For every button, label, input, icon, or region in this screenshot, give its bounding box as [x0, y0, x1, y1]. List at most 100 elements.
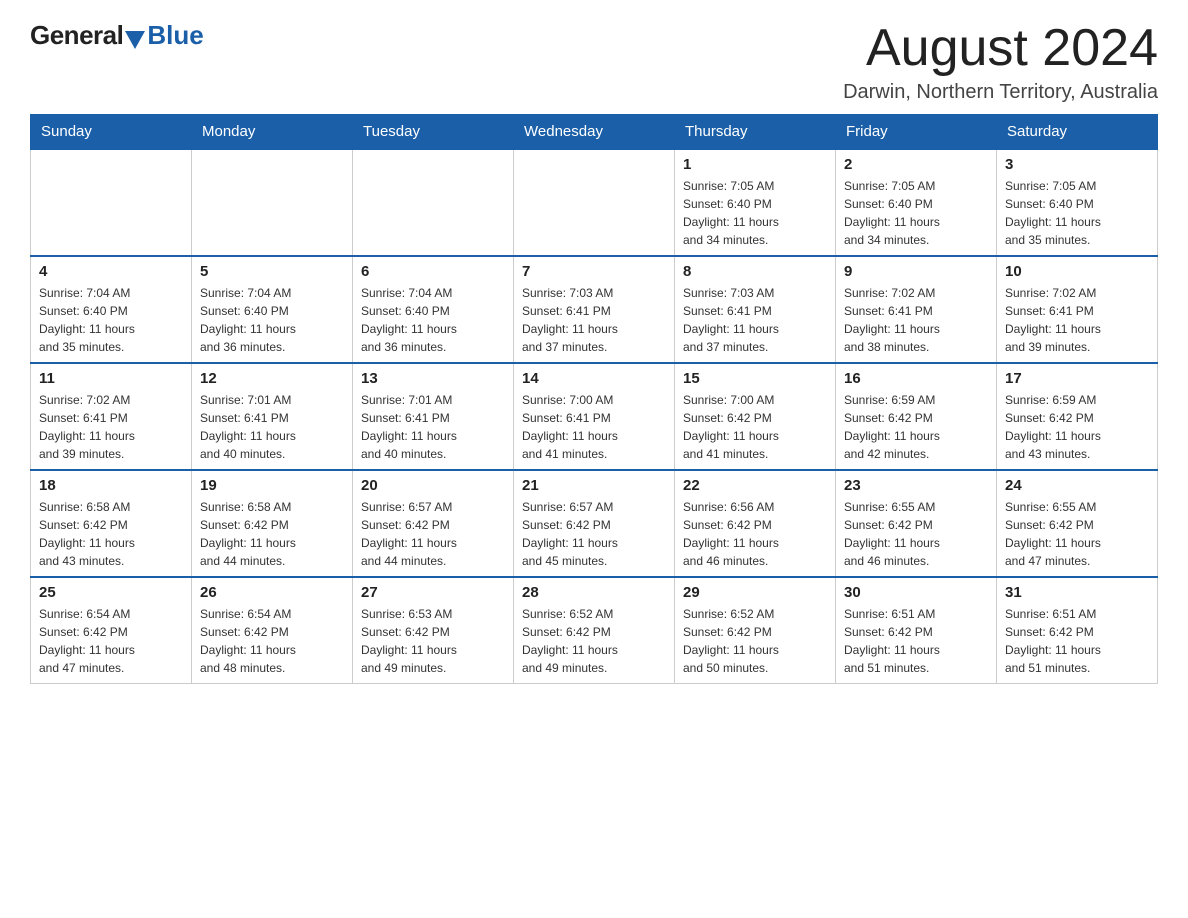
day-number: 31: [1005, 584, 1149, 601]
table-cell: 1 Sunrise: 7:05 AMSunset: 6:40 PMDaylight…: [675, 149, 836, 256]
day-info: Sunrise: 6:57 AMSunset: 6:42 PMDaylight:…: [361, 498, 505, 570]
day-info: Sunrise: 6:51 AMSunset: 6:42 PMDaylight:…: [1005, 605, 1149, 677]
table-cell: 30 Sunrise: 6:51 AMSunset: 6:42 PMDayligh…: [836, 577, 997, 684]
table-cell: 3 Sunrise: 7:05 AMSunset: 6:40 PMDaylight…: [997, 149, 1158, 256]
day-number: 3: [1005, 156, 1149, 173]
location-subtitle: Darwin, Northern Territory, Australia: [843, 81, 1158, 104]
day-info: Sunrise: 7:02 AMSunset: 6:41 PMDaylight:…: [39, 391, 183, 463]
table-cell: 21Sunrise: 6:57 AMSunset: 6:42 PMDayligh…: [514, 470, 675, 577]
table-cell: [514, 149, 675, 256]
day-number: 13: [361, 370, 505, 387]
logo-blue-text: Blue: [147, 20, 203, 51]
week-row-4: 18 Sunrise: 6:58 AMSunset: 6:42 PMDayligh…: [31, 470, 1158, 577]
logo-general-text: General: [30, 20, 123, 51]
table-cell: 7 Sunrise: 7:03 AMSunset: 6:41 PMDaylight…: [514, 256, 675, 363]
table-cell: 31 Sunrise: 6:51 AMSunset: 6:42 PMDayligh…: [997, 577, 1158, 684]
table-cell: 10 Sunrise: 7:02 AMSunset: 6:41 PMDayligh…: [997, 256, 1158, 363]
table-cell: 6 Sunrise: 7:04 AMSunset: 6:40 PMDaylight…: [353, 256, 514, 363]
day-info: Sunrise: 6:54 AMSunset: 6:42 PMDaylight:…: [39, 605, 183, 677]
week-row-1: 1 Sunrise: 7:05 AMSunset: 6:40 PMDaylight…: [31, 149, 1158, 256]
table-cell: 27 Sunrise: 6:53 AMSunset: 6:42 PMDayligh…: [353, 577, 514, 684]
day-number: 11: [39, 370, 183, 387]
day-number: 12: [200, 370, 344, 387]
day-info: Sunrise: 6:52 AMSunset: 6:42 PMDaylight:…: [683, 605, 827, 677]
table-cell: 20 Sunrise: 6:57 AMSunset: 6:42 PMDayligh…: [353, 470, 514, 577]
table-cell: 26 Sunrise: 6:54 AMSunset: 6:42 PMDayligh…: [192, 577, 353, 684]
logo-area: General Blue: [30, 20, 204, 51]
week-row-2: 4 Sunrise: 7:04 AMSunset: 6:40 PMDaylight…: [31, 256, 1158, 363]
day-number: 29: [683, 584, 827, 601]
day-info: Sunrise: 7:01 AMSunset: 6:41 PMDaylight:…: [200, 391, 344, 463]
day-info: Sunrise: 7:04 AMSunset: 6:40 PMDaylight:…: [200, 284, 344, 356]
day-info: Sunrise: 7:04 AMSunset: 6:40 PMDaylight:…: [39, 284, 183, 356]
day-info: Sunrise: 7:01 AMSunset: 6:41 PMDaylight:…: [361, 391, 505, 463]
day-info: Sunrise: 7:02 AMSunset: 6:41 PMDaylight:…: [844, 284, 988, 356]
week-row-5: 25 Sunrise: 6:54 AMSunset: 6:42 PMDayligh…: [31, 577, 1158, 684]
day-number: 1: [683, 156, 827, 173]
day-number: 27: [361, 584, 505, 601]
logo: General Blue: [30, 20, 204, 51]
table-cell: [31, 149, 192, 256]
table-cell: 24Sunrise: 6:55 AMSunset: 6:42 PMDayligh…: [997, 470, 1158, 577]
col-monday: Monday: [192, 115, 353, 150]
day-info: Sunrise: 6:58 AMSunset: 6:42 PMDaylight:…: [39, 498, 183, 570]
day-number: 9: [844, 263, 988, 280]
title-area: August 2024 Darwin, Northern Territory, …: [843, 20, 1158, 104]
day-number: 30: [844, 584, 988, 601]
table-cell: 18 Sunrise: 6:58 AMSunset: 6:42 PMDayligh…: [31, 470, 192, 577]
day-info: Sunrise: 6:55 AMSunset: 6:42 PMDaylight:…: [1005, 498, 1149, 570]
day-info: Sunrise: 6:51 AMSunset: 6:42 PMDaylight:…: [844, 605, 988, 677]
header: General Blue August 2024 Darwin, Norther…: [30, 20, 1158, 104]
day-info: Sunrise: 7:04 AMSunset: 6:40 PMDaylight:…: [361, 284, 505, 356]
day-number: 6: [361, 263, 505, 280]
day-info: Sunrise: 6:52 AMSunset: 6:42 PMDaylight:…: [522, 605, 666, 677]
day-number: 20: [361, 477, 505, 494]
table-cell: 23 Sunrise: 6:55 AMSunset: 6:42 PMDayligh…: [836, 470, 997, 577]
day-info: Sunrise: 6:54 AMSunset: 6:42 PMDaylight:…: [200, 605, 344, 677]
day-info: Sunrise: 7:05 AMSunset: 6:40 PMDaylight:…: [844, 177, 988, 249]
table-cell: 5 Sunrise: 7:04 AMSunset: 6:40 PMDaylight…: [192, 256, 353, 363]
table-cell: 11 Sunrise: 7:02 AMSunset: 6:41 PMDayligh…: [31, 363, 192, 470]
table-cell: 4 Sunrise: 7:04 AMSunset: 6:40 PMDaylight…: [31, 256, 192, 363]
logo-arrow-icon: [125, 31, 145, 49]
day-info: Sunrise: 6:55 AMSunset: 6:42 PMDaylight:…: [844, 498, 988, 570]
day-info: Sunrise: 7:05 AMSunset: 6:40 PMDaylight:…: [1005, 177, 1149, 249]
day-number: 8: [683, 263, 827, 280]
day-number: 18: [39, 477, 183, 494]
table-cell: 22Sunrise: 6:56 AMSunset: 6:42 PMDayligh…: [675, 470, 836, 577]
day-number: 19: [200, 477, 344, 494]
day-number: 17: [1005, 370, 1149, 387]
table-cell: 13 Sunrise: 7:01 AMSunset: 6:41 PMDayligh…: [353, 363, 514, 470]
day-info: Sunrise: 7:05 AMSunset: 6:40 PMDaylight:…: [683, 177, 827, 249]
table-cell: 2 Sunrise: 7:05 AMSunset: 6:40 PMDaylight…: [836, 149, 997, 256]
day-info: Sunrise: 6:53 AMSunset: 6:42 PMDaylight:…: [361, 605, 505, 677]
col-tuesday: Tuesday: [353, 115, 514, 150]
day-info: Sunrise: 7:00 AMSunset: 6:42 PMDaylight:…: [683, 391, 827, 463]
day-number: 5: [200, 263, 344, 280]
day-info: Sunrise: 7:02 AMSunset: 6:41 PMDaylight:…: [1005, 284, 1149, 356]
day-info: Sunrise: 7:03 AMSunset: 6:41 PMDaylight:…: [683, 284, 827, 356]
table-cell: 9 Sunrise: 7:02 AMSunset: 6:41 PMDaylight…: [836, 256, 997, 363]
table-cell: 14Sunrise: 7:00 AMSunset: 6:41 PMDayligh…: [514, 363, 675, 470]
day-info: Sunrise: 7:00 AMSunset: 6:41 PMDaylight:…: [522, 391, 666, 463]
table-cell: 8 Sunrise: 7:03 AMSunset: 6:41 PMDaylight…: [675, 256, 836, 363]
day-info: Sunrise: 7:03 AMSunset: 6:41 PMDaylight:…: [522, 284, 666, 356]
day-number: 7: [522, 263, 666, 280]
table-cell: [353, 149, 514, 256]
week-row-3: 11 Sunrise: 7:02 AMSunset: 6:41 PMDayligh…: [31, 363, 1158, 470]
col-friday: Friday: [836, 115, 997, 150]
calendar-table: Sunday Monday Tuesday Wednesday Thursday…: [30, 114, 1158, 684]
day-number: 10: [1005, 263, 1149, 280]
table-cell: 29 Sunrise: 6:52 AMSunset: 6:42 PMDayligh…: [675, 577, 836, 684]
table-cell: 19Sunrise: 6:58 AMSunset: 6:42 PMDayligh…: [192, 470, 353, 577]
col-wednesday: Wednesday: [514, 115, 675, 150]
table-cell: 12 Sunrise: 7:01 AMSunset: 6:41 PMDayligh…: [192, 363, 353, 470]
day-number: 23: [844, 477, 988, 494]
table-cell: 17Sunrise: 6:59 AMSunset: 6:42 PMDayligh…: [997, 363, 1158, 470]
day-number: 2: [844, 156, 988, 173]
table-cell: 25 Sunrise: 6:54 AMSunset: 6:42 PMDayligh…: [31, 577, 192, 684]
day-number: 26: [200, 584, 344, 601]
day-number: 4: [39, 263, 183, 280]
day-number: 28: [522, 584, 666, 601]
day-number: 25: [39, 584, 183, 601]
